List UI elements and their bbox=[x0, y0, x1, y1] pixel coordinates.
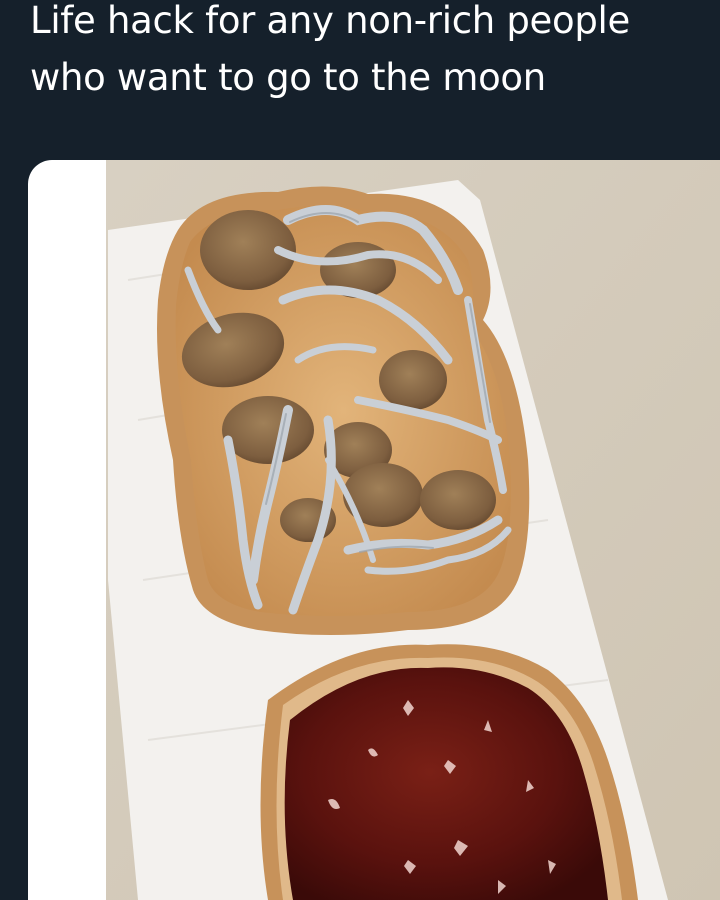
caption-line-2: who want to go to the moon bbox=[30, 56, 546, 99]
meme-post: Life hack for any non-rich people who wa… bbox=[0, 0, 720, 900]
mushroom-cap bbox=[379, 350, 447, 410]
mushroom-cap bbox=[222, 396, 314, 464]
post-photo bbox=[28, 160, 720, 900]
sandwich-photo bbox=[106, 160, 720, 900]
mushroom-cap bbox=[420, 470, 496, 530]
caption-line-1: Life hack for any non-rich people bbox=[30, 0, 630, 42]
post-caption: Life hack for any non-rich people who wa… bbox=[30, 0, 710, 106]
bread-slice-with-mushrooms bbox=[157, 186, 530, 635]
